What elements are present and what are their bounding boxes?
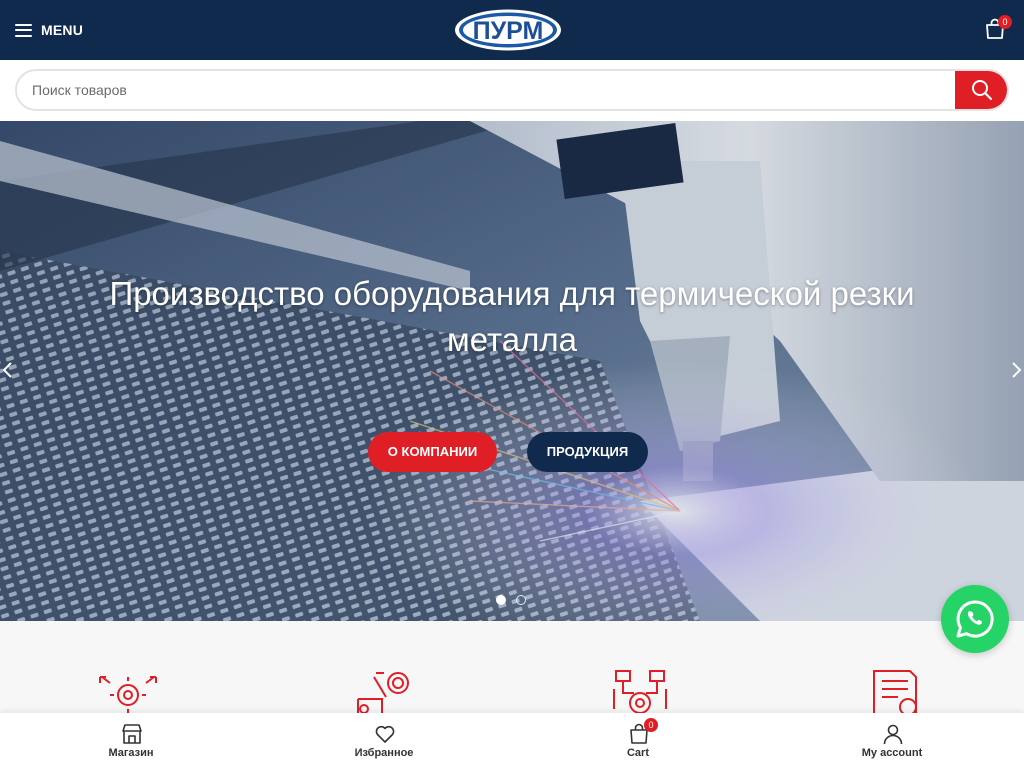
circuit-gear-icon xyxy=(613,670,667,714)
whatsapp-icon xyxy=(956,600,994,638)
slider-pagination xyxy=(496,595,530,605)
slider-dot-2[interactable] xyxy=(516,595,526,605)
products-button[interactable]: ПРОДУКЦИЯ xyxy=(527,432,648,472)
nav-label-shop: Магазин xyxy=(108,747,154,759)
slider-next-button[interactable] xyxy=(1010,357,1024,383)
nav-label-account: My account xyxy=(861,747,923,759)
hamburger-icon xyxy=(15,23,32,37)
about-company-button[interactable]: О КОМПАНИИ xyxy=(368,432,497,472)
logo-text: ПУРМ xyxy=(473,17,544,45)
nav-item-wishlist[interactable]: Избранное xyxy=(256,713,512,768)
header-cart-button[interactable]: 0 xyxy=(984,15,1012,44)
search-bar xyxy=(0,60,1024,121)
cart-count-badge: 0 xyxy=(998,15,1012,29)
chevron-right-icon xyxy=(1012,362,1022,378)
chevron-left-icon xyxy=(2,362,12,378)
heart-icon xyxy=(375,725,395,743)
bottom-navigation: Магазин Избранное 0 Cart My account xyxy=(0,713,1024,768)
nav-label-cart: Cart xyxy=(626,747,649,759)
top-header: MENU ПУРМ 0 xyxy=(0,0,1024,60)
features-section xyxy=(0,621,1024,719)
nav-label-wishlist: Избранное xyxy=(354,747,414,759)
nav-cart-badge: 0 xyxy=(644,718,658,732)
search-icon xyxy=(972,80,993,101)
design-tools-icon xyxy=(357,672,409,719)
menu-label: MENU xyxy=(41,22,84,38)
hero-slider: Производство оборудования для термическо… xyxy=(0,121,1024,621)
hero-background-image xyxy=(0,121,1024,621)
nav-item-shop[interactable]: Магазин xyxy=(3,713,259,768)
search-input[interactable] xyxy=(17,71,957,109)
gear-arrows-icon xyxy=(99,676,157,713)
search-form xyxy=(15,69,1009,111)
slider-prev-button[interactable] xyxy=(0,357,14,383)
whatsapp-button[interactable] xyxy=(941,585,1009,653)
certificate-icon xyxy=(873,670,917,719)
menu-button[interactable]: MENU xyxy=(15,18,83,42)
search-button[interactable] xyxy=(955,71,1007,109)
hero-title: Производство оборудования для термическо… xyxy=(109,275,915,358)
nav-item-cart[interactable]: 0 Cart xyxy=(510,713,766,768)
user-icon xyxy=(883,724,903,745)
slider-dot-1[interactable] xyxy=(496,595,506,605)
logo[interactable]: ПУРМ xyxy=(454,8,562,52)
store-icon xyxy=(122,724,142,744)
nav-item-account[interactable]: My account xyxy=(764,713,1020,768)
